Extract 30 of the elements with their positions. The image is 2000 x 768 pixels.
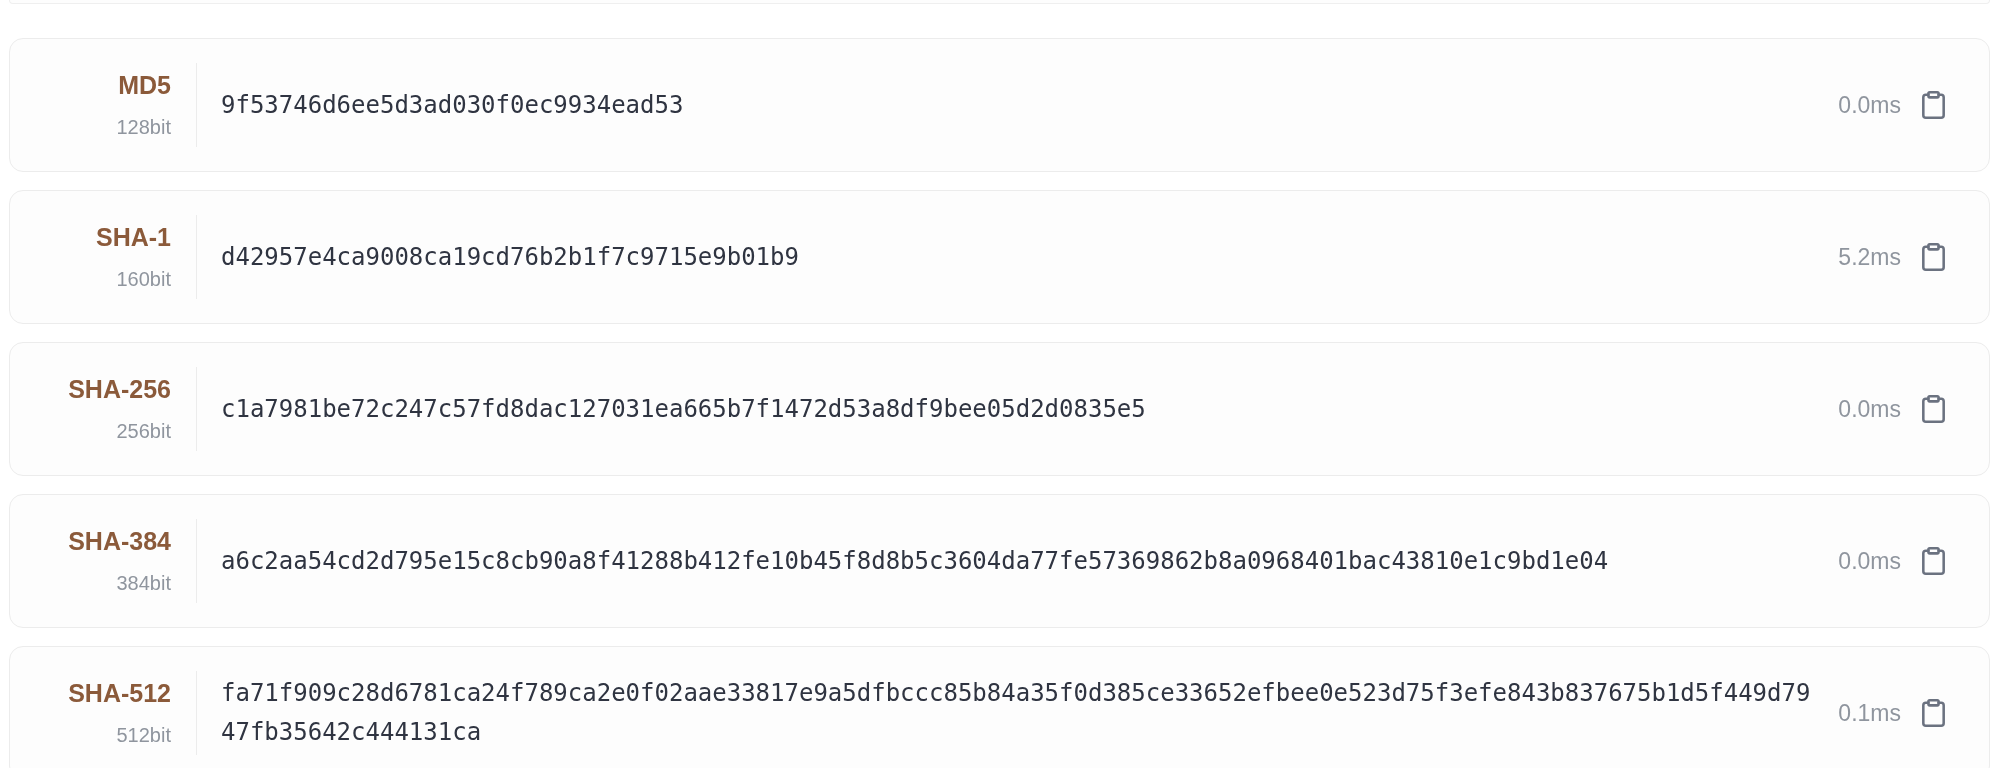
clipboard-icon <box>1922 243 1945 271</box>
copy-button[interactable] <box>1922 91 1945 119</box>
clipboard-icon <box>1922 395 1945 423</box>
bit-length: 256bit <box>116 419 171 444</box>
elapsed-time: 0.0ms <box>1837 547 1901 575</box>
hash-value: a6c2aa54cd2d795e15c8cb90a8f41288b412fe10b45f8d8b5c3604da77fe57369862b8a0968401bac43810e1c9bd1e04 <box>221 545 1610 577</box>
clipboard-icon <box>1922 91 1945 119</box>
hash-value: c1a7981be72c247c57fd8dac127031ea665b7f1472d53a8df9bee05d2d0835e5 <box>221 393 1147 425</box>
hash-value: d42957e4ca9008ca19cd76b2b1f7c9715e9b01b9 <box>221 241 800 273</box>
copy-button[interactable] <box>1922 243 1945 271</box>
algorithm-name: SHA-256 <box>68 374 171 404</box>
algorithm-name: SHA-512 <box>68 678 171 708</box>
bit-length: 512bit <box>116 723 171 748</box>
algorithm-name: SHA-1 <box>96 222 171 252</box>
copy-button[interactable] <box>1922 699 1945 727</box>
hash-value: fa71f909c28d6781ca24f789ca2e0f02aae33817e9a5dfbccc85b84a35f0d385ce33652efbee0e523d75f3efe843b837675b1d5f449d7947fb35642c444131ca <box>221 678 1812 748</box>
copy-button[interactable] <box>1922 395 1945 423</box>
bit-length: 384bit <box>116 571 171 596</box>
elapsed-time: 5.2ms <box>1837 243 1901 271</box>
copy-button[interactable] <box>1922 547 1945 575</box>
clipboard-icon <box>1922 699 1945 727</box>
elapsed-time: 0.0ms <box>1837 91 1901 119</box>
hash-value: 9f53746d6ee5d3ad030f0ec9934ead53 <box>221 89 685 121</box>
elapsed-time: 0.1ms <box>1837 699 1901 727</box>
algorithm-name: SHA-384 <box>68 526 171 556</box>
clipboard-icon <box>1922 547 1945 575</box>
elapsed-time: 0.0ms <box>1837 395 1901 423</box>
bit-length: 128bit <box>116 115 171 140</box>
bit-length: 160bit <box>116 267 171 292</box>
algorithm-name: MD5 <box>118 70 171 100</box>
